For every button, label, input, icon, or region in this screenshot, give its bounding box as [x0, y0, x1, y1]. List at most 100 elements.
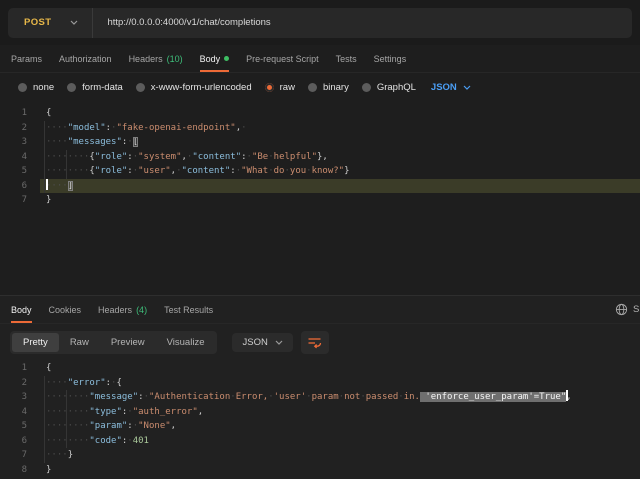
code-token: ········ — [46, 392, 89, 402]
chevron-down-icon — [463, 85, 471, 90]
line-number: 4 — [0, 405, 40, 420]
response-tab-headers[interactable]: Headers(4) — [98, 296, 147, 323]
code-token: "auth_error" — [133, 407, 198, 417]
code-line-1[interactable]: 1{ — [0, 361, 640, 376]
code-token: ···· — [46, 123, 68, 133]
tab-pre-request-script[interactable]: Pre-request Script — [246, 45, 319, 72]
code-line-6[interactable]: 6········"code":·401 — [0, 434, 640, 449]
tab-settings[interactable]: Settings — [374, 45, 407, 72]
code-token: "Authentication — [149, 392, 230, 402]
code-token: "Be — [252, 152, 268, 162]
body-language-label: JSON — [431, 82, 457, 93]
code-token: ···· — [46, 137, 68, 147]
radio-icon[interactable] — [67, 83, 76, 92]
selected-text: 'enforce_user_param'=True" — [420, 392, 566, 402]
tab-label: Tests — [336, 54, 357, 64]
line-content: } — [40, 193, 640, 208]
body-mode-raw[interactable]: raw — [265, 82, 295, 93]
tab-label: Settings — [374, 54, 407, 64]
request-tabs: Params Authorization Headers (10) Body Pre-re… — [0, 45, 640, 73]
tab-authorization[interactable]: Authorization — [59, 45, 112, 72]
radio-icon[interactable] — [308, 83, 317, 92]
response-tab-test-results[interactable]: Test Results — [164, 296, 213, 323]
code-line-5[interactable]: 5········"param":·"None", — [0, 419, 640, 434]
code-line-7[interactable]: 7} — [0, 193, 640, 208]
body-language-select[interactable]: JSON — [431, 82, 471, 93]
view-mode-visualize[interactable]: Visualize — [156, 333, 216, 352]
code-token: · — [127, 137, 132, 147]
code-line-3[interactable]: 3········"message":·"Authentication·Erro… — [0, 390, 640, 405]
radio-icon[interactable] — [265, 83, 274, 92]
request-body-editor[interactable]: 1{2····"model":·"fake-openai-endpoint",·… — [0, 101, 640, 295]
line-content: ········"code":·401 — [40, 434, 640, 449]
code-line-7[interactable]: 7····} — [0, 448, 640, 463]
chevron-down-icon — [275, 340, 283, 345]
code-line-4[interactable]: 4········"type":·"auth_error", — [0, 405, 640, 420]
radio-icon[interactable] — [18, 83, 27, 92]
code-line-2[interactable]: 2····"error":·{ — [0, 376, 640, 391]
radio-icon[interactable] — [362, 83, 371, 92]
code-line-3[interactable]: 3····"messages":·[ — [0, 135, 640, 150]
code-line-2[interactable]: 2····"model":·"fake-openai-endpoint",· — [0, 121, 640, 136]
code-token: ········ — [46, 436, 89, 446]
view-mode-raw[interactable]: Raw — [59, 333, 100, 352]
code-token: "content" — [182, 166, 231, 176]
tab-tests[interactable]: Tests — [336, 45, 357, 72]
tab-headers[interactable]: Headers (10) — [129, 45, 183, 72]
line-number: 1 — [0, 106, 40, 121]
response-tab-cookies[interactable]: Cookies — [49, 296, 82, 323]
code-token: "content" — [192, 152, 241, 162]
view-mode-pretty[interactable]: Pretty — [12, 333, 59, 352]
wrap-lines-button[interactable] — [301, 331, 329, 354]
code-line-8[interactable]: 8} — [0, 463, 640, 478]
indent-guide — [66, 390, 67, 448]
code-token: "None" — [138, 421, 171, 431]
body-mode-none[interactable]: none — [18, 82, 54, 93]
tab-label: Authorization — [59, 54, 112, 64]
view-mode-preview[interactable]: Preview — [100, 333, 156, 352]
code-token: "system" — [138, 152, 181, 162]
url-input-container: POST http://0.0.0.0:4000/v1/chat/complet… — [8, 8, 632, 38]
line-number: 7 — [0, 448, 40, 463]
code-token: helpful" — [274, 152, 317, 162]
code-token: know?" — [312, 166, 345, 176]
body-mode-x-www-form-urlencoded[interactable]: x-www-form-urlencoded — [136, 82, 252, 93]
code-token: { — [46, 108, 51, 118]
line-number: 4 — [0, 150, 40, 165]
radio-label: x-www-form-urlencoded — [151, 82, 252, 93]
tab-label: Cookies — [49, 305, 82, 315]
line-content: { — [40, 106, 640, 121]
tab-params[interactable]: Params — [11, 45, 42, 72]
tab-body[interactable]: Body — [200, 45, 230, 72]
response-body-editor[interactable]: 1{2····"error":·{3········"message":·"Au… — [0, 358, 640, 477]
line-number: 3 — [0, 390, 40, 405]
tab-count-badge: (10) — [167, 54, 183, 64]
globe-icon[interactable] — [615, 303, 628, 316]
radio-icon[interactable] — [136, 83, 145, 92]
tab-label: Body — [200, 54, 221, 64]
response-tabs: Body Cookies Headers(4) Test Results S — [0, 296, 640, 324]
code-line-4[interactable]: 4········{"role":·"system",·"content":·"… — [0, 150, 640, 165]
postman-app: { "request": { "method": "POST", "url": … — [0, 0, 640, 477]
code-token: "message" — [89, 392, 138, 402]
code-token: , — [171, 421, 176, 431]
response-language-label: JSON — [242, 337, 267, 348]
response-meta: S — [615, 296, 640, 323]
tab-count-badge: (4) — [136, 305, 147, 315]
response-language-select[interactable]: JSON — [232, 333, 292, 352]
url-input[interactable]: http://0.0.0.0:4000/v1/chat/completions — [93, 17, 270, 28]
response-tab-body[interactable]: Body — [11, 296, 32, 323]
body-mode-binary[interactable]: binary — [308, 82, 349, 93]
code-line-6[interactable]: 6····] — [0, 179, 640, 194]
code-line-1[interactable]: 1{ — [0, 106, 640, 121]
tab-label: Headers — [129, 54, 163, 64]
code-token: "fake-openai-endpoint" — [116, 123, 235, 133]
line-content: ····"error":·{ — [40, 376, 640, 391]
code-line-5[interactable]: 5········{"role":·"user",·"content":·"Wh… — [0, 164, 640, 179]
method-select[interactable]: POST — [8, 8, 92, 38]
code-token: "What — [241, 166, 268, 176]
body-mode-graphql[interactable]: GraphQL — [362, 82, 416, 93]
chevron-down-icon — [70, 20, 78, 25]
body-mode-row: none form-data x-www-form-urlencoded raw bin… — [0, 73, 640, 101]
body-mode-form-data[interactable]: form-data — [67, 82, 123, 93]
